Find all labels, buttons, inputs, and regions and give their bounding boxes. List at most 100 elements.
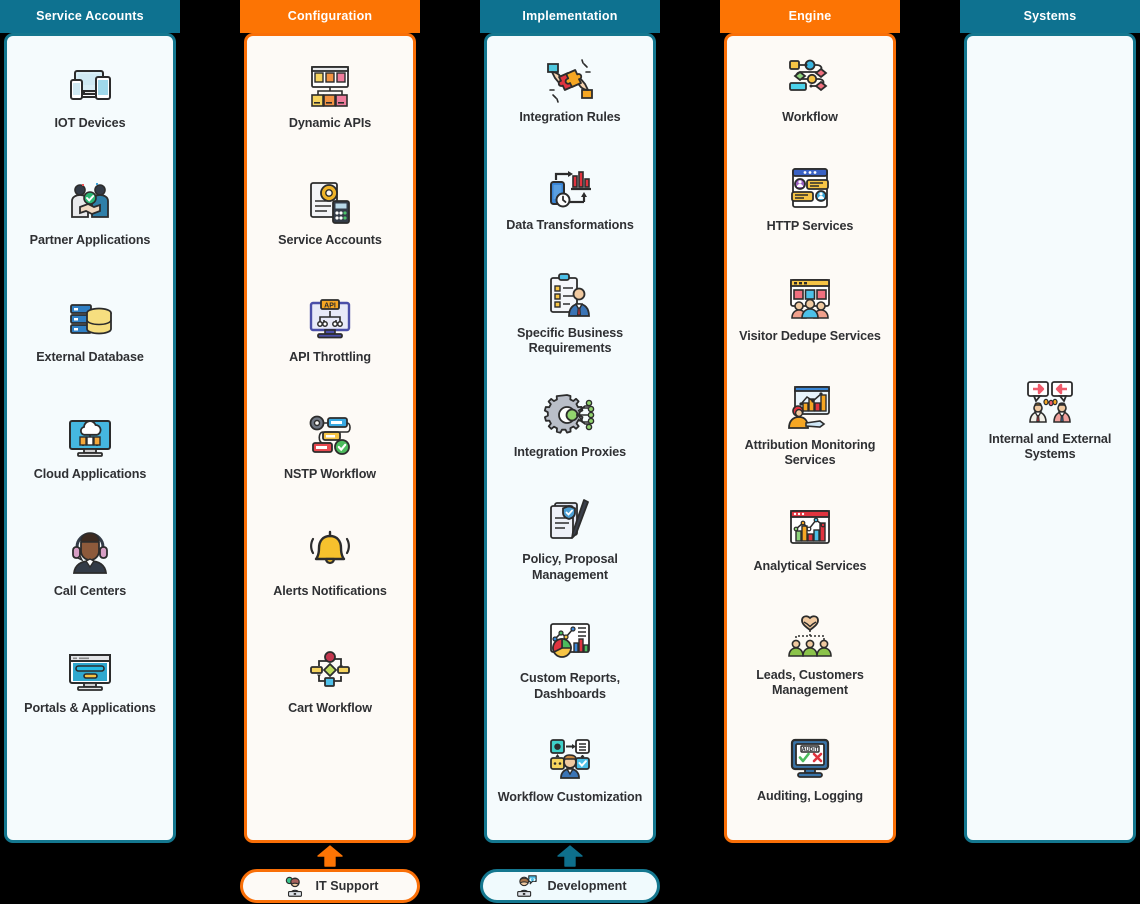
node-label: Call Centers	[53, 584, 127, 598]
arrow-development	[555, 845, 585, 867]
gear-nodes-check-icon	[302, 409, 358, 465]
node-partner-applications[interactable]: Partner Applications	[7, 175, 173, 292]
http-chat-window-icon	[782, 161, 838, 217]
column-card-systems: Internal and External Systems	[964, 33, 1136, 843]
node-label: Dynamic APIs	[288, 116, 372, 130]
workflow-person-icon	[542, 732, 598, 788]
node-label: Partner Applications	[29, 233, 151, 247]
node-analytical-services[interactable]: Analytical Services	[727, 501, 893, 610]
column-header-implementation: Implementation	[480, 0, 660, 33]
badge-label: Development	[547, 879, 627, 893]
node-label: Workflow	[782, 110, 838, 124]
data-transform-chart-icon	[542, 160, 598, 216]
svg-text:AUDIT: AUDIT	[802, 747, 819, 753]
arrow-it-support	[315, 845, 345, 867]
node-label: NSTP Workflow	[284, 467, 376, 481]
column-service-accounts: Service Accounts IOT Devices Partner App…	[0, 0, 180, 843]
node-cloud-applications[interactable]: Cloud Applications	[7, 409, 173, 526]
node-alerts-notifications[interactable]: Alerts Notifications	[247, 526, 413, 643]
node-workflow[interactable]: Workflow	[727, 52, 893, 161]
node-label: Specific Business Requirements	[516, 325, 624, 356]
node-integration-rules[interactable]: Integration Rules	[487, 52, 653, 160]
node-label: Cloud Applications	[33, 467, 147, 481]
database-server-icon	[62, 292, 118, 348]
node-data-transformations[interactable]: Data Transformations	[487, 160, 653, 268]
node-call-centers[interactable]: Call Centers	[7, 526, 173, 643]
badge-development[interactable]: Development	[480, 869, 660, 903]
node-label: Auditing, Logging	[756, 788, 863, 803]
dynamic-apis-icon	[302, 58, 358, 114]
column-header-engine: Engine	[720, 0, 900, 33]
column-card-engine: Workflow HTTP Services Visitor Dedupe Se…	[724, 33, 896, 843]
column-header-configuration: Configuration	[240, 0, 420, 33]
node-label: Workflow Customization	[497, 790, 643, 805]
node-http-services[interactable]: HTTP Services	[727, 161, 893, 270]
node-label: Attribution Monitoring Services	[744, 438, 876, 468]
node-label: Visitor Dedupe Services	[739, 328, 881, 343]
iot-devices-icon	[62, 58, 118, 114]
leads-hierarchy-icon	[782, 610, 838, 666]
node-label: Service Accounts	[278, 233, 382, 247]
node-label: Internal and External Systems	[988, 432, 1112, 462]
node-workflow-customization[interactable]: Workflow Customization	[487, 732, 653, 840]
document-pen-shield-icon	[542, 494, 598, 550]
column-card-implementation: Integration Rules Data Transformations S…	[484, 33, 656, 843]
column-configuration: Configuration Dynamic APIs Service Accou…	[240, 0, 420, 843]
node-visitor-dedupe-services[interactable]: Visitor Dedupe Services	[727, 271, 893, 380]
node-policy-proposal-management[interactable]: Policy, Proposal Management	[487, 494, 653, 613]
node-auditing-logging[interactable]: AUDIT Auditing, Logging	[727, 731, 893, 840]
node-label: IOT Devices	[54, 116, 126, 130]
node-label: External Database	[36, 350, 144, 364]
node-label: Integration Proxies	[513, 444, 627, 459]
puzzle-hands-icon	[542, 52, 598, 108]
portal-monitor-icon	[62, 643, 118, 699]
column-card-configuration: Dynamic APIs Service Accounts API API Th…	[244, 33, 416, 843]
node-internal-external-systems[interactable]: Internal and External Systems	[967, 374, 1133, 484]
node-label: Policy, Proposal Management	[522, 552, 618, 582]
node-dynamic-apis[interactable]: Dynamic APIs	[247, 58, 413, 175]
audit-monitor-icon: AUDIT	[782, 731, 838, 787]
node-label: Alerts Notifications	[273, 584, 387, 598]
analyst-chart-icon	[782, 380, 838, 436]
two-people-exchange-icon	[1022, 374, 1078, 430]
node-iot-devices[interactable]: IOT Devices	[7, 58, 173, 175]
node-label: HTTP Services	[766, 219, 854, 234]
node-api-throttling[interactable]: API API Throttling	[247, 292, 413, 409]
node-label: Analytical Services	[753, 558, 867, 573]
architecture-diagram: Service Accounts IOT Devices Partner App…	[0, 0, 1140, 904]
visitors-window-icon	[782, 271, 838, 327]
column-card-service-accounts: IOT Devices Partner Applications Externa…	[4, 33, 176, 843]
handshake-partner-icon	[62, 175, 118, 231]
svg-text:API: API	[324, 302, 336, 309]
node-label: Cart Workflow	[288, 701, 372, 715]
node-label: Leads, Customers Management	[756, 668, 864, 698]
clipboard-person-icon	[542, 268, 598, 324]
node-custom-reports-dashboards[interactable]: Custom Reports, Dashboards	[487, 613, 653, 732]
gear-network-icon	[542, 387, 598, 443]
node-label: Portals & Applications	[24, 701, 156, 715]
support-agent-icon	[282, 873, 308, 899]
node-label: Data Transformations	[506, 217, 634, 232]
analytics-browser-icon	[782, 501, 838, 557]
column-header-systems: Systems	[960, 0, 1140, 33]
node-label: Integration Rules	[519, 110, 621, 124]
node-leads-customers-management[interactable]: Leads, Customers Management	[727, 610, 893, 731]
badge-label: IT Support	[315, 879, 379, 893]
column-implementation: Implementation Integration Rules Data Tr…	[480, 0, 660, 843]
node-external-database[interactable]: External Database	[7, 292, 173, 409]
node-service-accounts[interactable]: Service Accounts	[247, 175, 413, 292]
workflow-path-icon	[782, 52, 838, 108]
api-monitor-icon: API	[302, 292, 358, 348]
document-gear-calculator-icon	[302, 175, 358, 231]
node-portals-applications[interactable]: Portals & Applications	[7, 643, 173, 760]
node-nstp-workflow[interactable]: NSTP Workflow	[247, 409, 413, 526]
node-cart-workflow[interactable]: Cart Workflow	[247, 643, 413, 760]
badge-it-support[interactable]: IT Support	[240, 869, 420, 903]
node-label: Custom Reports, Dashboards	[520, 671, 620, 701]
flowchart-nodes-icon	[302, 643, 358, 699]
cloud-monitor-icon	[62, 409, 118, 465]
node-integration-proxies[interactable]: Integration Proxies	[487, 387, 653, 495]
node-label: API Throttling	[289, 350, 371, 364]
node-attribution-monitoring-services[interactable]: Attribution Monitoring Services	[727, 380, 893, 501]
node-specific-business-requirements[interactable]: Specific Business Requirements	[487, 268, 653, 387]
